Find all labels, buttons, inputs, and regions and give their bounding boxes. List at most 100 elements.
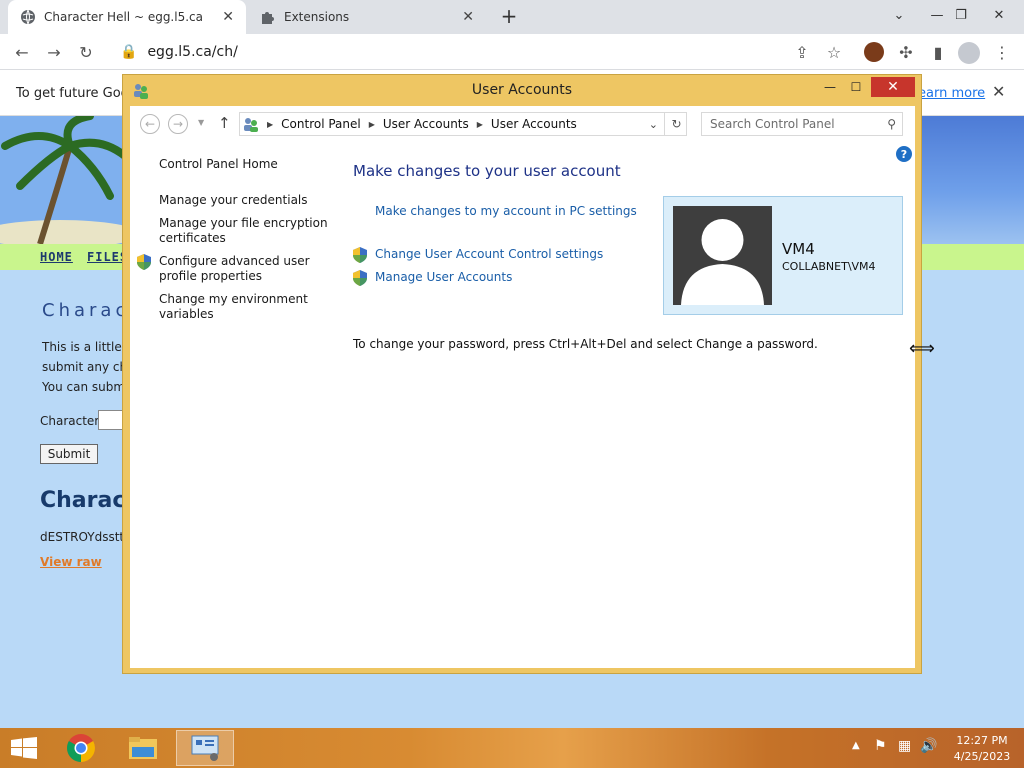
reload-icon[interactable]: ↻ xyxy=(74,40,98,64)
search-control-panel-input[interactable]: Search Control Panel ⚲ xyxy=(701,112,903,136)
lock-icon: 🔒 xyxy=(120,44,138,60)
profile-avatar-icon[interactable] xyxy=(958,42,980,64)
breadcrumb-separator-icon: ▶ xyxy=(476,119,483,129)
default-user-icon xyxy=(681,219,764,305)
forward-icon[interactable]: → xyxy=(168,114,188,134)
uac-settings-link[interactable]: Change User Account Control settings xyxy=(375,247,603,261)
site-subheading: Charac xyxy=(40,488,126,513)
browser-toolbar: ← → ↻ 🔒 egg.l5.ca/ch/ ⇪ ☆ ✣ ▮ ⋮ xyxy=(0,34,1024,70)
breadcrumb-user-accounts-current[interactable]: User Accounts xyxy=(491,117,577,131)
search-placeholder: Search Control Panel xyxy=(710,117,835,131)
browser-tab-strip: Character Hell ~ egg.l5.ca ✕ Extensions … xyxy=(0,0,1024,34)
user-accounts-window: User Accounts — ☐ ✕ ← → ▼ ↑ ▶ Control Pa… xyxy=(122,74,922,674)
view-raw-link[interactable]: View raw xyxy=(40,555,102,569)
share-icon[interactable]: ⇪ xyxy=(790,40,814,64)
show-hidden-icons-chevron[interactable]: ▲ xyxy=(852,740,860,751)
restore-icon[interactable]: ❐ xyxy=(944,0,978,30)
tab-search-icon[interactable]: ⌄ xyxy=(882,0,916,30)
info-bar-close-icon[interactable]: ✕ xyxy=(992,82,1005,101)
breadcrumb-control-panel[interactable]: Control Panel xyxy=(281,117,361,131)
submit-button[interactable]: Submit xyxy=(40,444,98,464)
extension-avatar-icon[interactable] xyxy=(864,42,884,62)
file-encryption-link[interactable]: Manage your file encryption certificates xyxy=(159,216,339,246)
menu-kebab-icon[interactable]: ⋮ xyxy=(990,40,1014,64)
dump-text: dESTROYdsstttt xyxy=(40,530,134,544)
bookmark-star-icon[interactable]: ☆ xyxy=(822,40,846,64)
chrome-icon xyxy=(67,734,95,762)
window-minimize-icon[interactable]: — xyxy=(817,77,843,97)
forward-arrow-icon[interactable]: → xyxy=(42,40,66,64)
folder-icon xyxy=(129,737,157,759)
browser-close-icon[interactable]: ✕ xyxy=(982,0,1016,30)
site-line-1: This is a little xyxy=(42,340,122,354)
close-icon[interactable]: ✕ xyxy=(462,9,474,25)
breadcrumb-separator-icon: ▶ xyxy=(267,119,274,129)
taskbar-chrome-button[interactable] xyxy=(52,730,110,766)
window-title: User Accounts xyxy=(471,82,573,98)
user-domain: COLLABNET\VM4 xyxy=(782,260,876,273)
resize-cursor-icon: ⟺ xyxy=(909,338,935,359)
action-center-flag-icon[interactable]: ⚑ xyxy=(874,738,887,754)
site-line-3: You can submi xyxy=(42,380,129,394)
advanced-profile-link[interactable]: Configure advanced user profile properti… xyxy=(159,254,339,284)
side-panel-icon[interactable]: ▮ xyxy=(926,40,950,64)
environment-variables-link[interactable]: Change my environment variables xyxy=(159,292,339,322)
site-heading: Charac xyxy=(42,300,130,321)
search-icon[interactable]: ⚲ xyxy=(887,117,896,131)
globe-icon xyxy=(21,9,35,25)
uac-shield-icon xyxy=(137,254,151,270)
manage-credentials-link[interactable]: Manage your credentials xyxy=(159,193,339,208)
taskbar-file-explorer-button[interactable] xyxy=(114,730,172,766)
window-maximize-icon[interactable]: ☐ xyxy=(843,77,869,97)
new-tab-button[interactable]: + xyxy=(497,6,521,28)
refresh-icon[interactable]: ↻ xyxy=(664,113,688,135)
breadcrumb-separator-icon: ▶ xyxy=(368,119,375,129)
breadcrumb-user-accounts[interactable]: User Accounts xyxy=(383,117,469,131)
character-label: Character xyxy=(40,414,100,428)
user-name: VM4 xyxy=(782,240,815,258)
network-icon[interactable]: ▦ xyxy=(898,738,911,754)
tab-title: Extensions xyxy=(284,10,350,24)
breadcrumb[interactable]: ▶ Control Panel ▶ User Accounts ▶ User A… xyxy=(239,112,687,136)
extensions-puzzle-icon[interactable]: ✣ xyxy=(894,40,918,64)
back-icon[interactable]: ← xyxy=(140,114,160,134)
main-heading: Make changes to your user account xyxy=(353,162,621,180)
pc-settings-link[interactable]: Make changes to my account in PC setting… xyxy=(375,204,637,218)
control-panel-home-link[interactable]: Control Panel Home xyxy=(159,157,339,172)
windows-logo-icon xyxy=(11,737,37,759)
uac-shield-icon xyxy=(353,247,367,263)
site-line-2: submit any cha xyxy=(42,360,135,374)
taskbar-clock[interactable]: 12:27 PM 4/25/2023 xyxy=(944,733,1020,765)
clock-date: 4/25/2023 xyxy=(953,750,1011,763)
character-input[interactable] xyxy=(98,410,124,430)
explorer-nav-row: ← → ▼ ↑ ▶ Control Panel ▶ User Accounts … xyxy=(130,106,915,142)
window-client-area: ← → ▼ ↑ ▶ Control Panel ▶ User Accounts … xyxy=(130,106,915,668)
tab-extensions[interactable]: Extensions ✕ xyxy=(248,0,486,34)
start-button[interactable] xyxy=(0,730,48,766)
window-close-icon[interactable]: ✕ xyxy=(871,77,915,97)
clock-time: 12:27 PM xyxy=(956,734,1008,747)
close-icon[interactable]: ✕ xyxy=(222,9,234,25)
tab-character-hell[interactable]: Character Hell ~ egg.l5.ca ✕ xyxy=(8,0,246,34)
breadcrumb-dropdown-icon[interactable]: ⌄ xyxy=(649,118,658,131)
up-arrow-icon[interactable]: ↑ xyxy=(218,114,231,132)
recent-pages-chevron-icon[interactable]: ▼ xyxy=(198,118,204,127)
learn-more-link[interactable]: earn more xyxy=(918,86,985,101)
volume-icon[interactable]: 🔊 xyxy=(920,738,937,754)
control-panel-taskbar-icon xyxy=(191,735,219,761)
control-panel-icon xyxy=(244,118,258,132)
palm-tree-image xyxy=(0,116,130,244)
user-avatar xyxy=(673,206,772,305)
address-bar[interactable]: 🔒 egg.l5.ca/ch/ xyxy=(108,38,854,66)
tab-title: Character Hell ~ egg.l5.ca xyxy=(44,10,203,24)
nav-home-link[interactable]: HOME xyxy=(40,250,73,264)
user-card: VM4 COLLABNET\VM4 xyxy=(663,196,903,315)
taskbar-control-panel-button[interactable] xyxy=(176,730,234,766)
help-icon[interactable]: ? xyxy=(896,146,912,162)
uac-shield-icon xyxy=(353,270,367,286)
manage-user-accounts-link[interactable]: Manage User Accounts xyxy=(375,270,512,284)
password-hint: To change your password, press Ctrl+Alt+… xyxy=(353,337,818,351)
back-arrow-icon[interactable]: ← xyxy=(10,40,34,64)
info-bar-message: To get future Goog xyxy=(16,86,137,101)
url-text: egg.l5.ca/ch/ xyxy=(147,44,238,60)
